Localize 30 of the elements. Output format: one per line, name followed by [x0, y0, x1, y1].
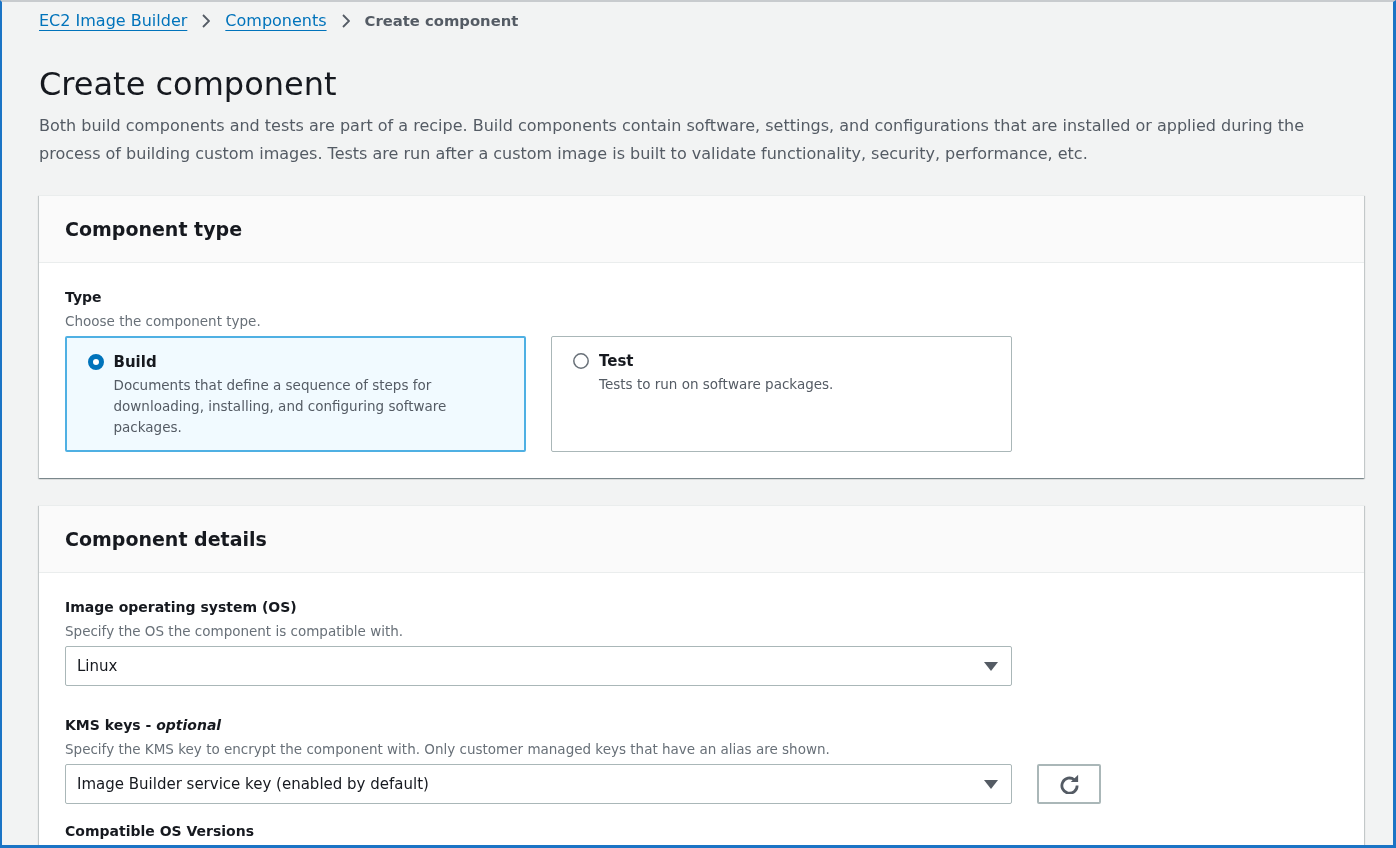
- option-title: Build: [113, 351, 158, 372]
- section-title: Component type: [65, 217, 244, 241]
- option-title: Test: [599, 351, 635, 371]
- radio-icon[interactable]: [573, 353, 589, 369]
- chevron-right-icon: [202, 14, 211, 28]
- field-hint: Specify the OS the component is compatible with.: [65, 622, 405, 640]
- chevron-right-icon: [341, 14, 350, 28]
- option-description: Documents that define a sequence of steps for downloading, installing, and configuring software packages.: [113, 375, 448, 437]
- radio-tile[interactable]: Test Tests to run on software packages.: [551, 336, 1012, 452]
- field-hint: Specify the KMS key to encrypt the component with. Only customer managed keys that have an alias are shown.: [65, 740, 831, 758]
- radio-tile[interactable]: Build Documents that define a sequence of steps for downloading, installing, and configuring software packages.: [65, 336, 526, 452]
- breadcrumb-link[interactable]: EC2 Image Builder: [39, 11, 188, 31]
- refresh-icon: [1059, 774, 1079, 794]
- refresh-button[interactable]: [1037, 764, 1101, 804]
- radio-icon[interactable]: [87, 353, 104, 370]
- caret-down-icon: [984, 661, 998, 671]
- select-dropdown[interactable]: Linux: [65, 646, 1012, 686]
- field-label: Type: [65, 288, 103, 307]
- field-label: Image operating system (OS): [65, 598, 298, 617]
- section-title: Component details: [65, 527, 268, 551]
- page-description: Both build components and tests are part of a recipe. Build components contain software, settings, and configurations that are installed or applied during the process of building custom images. Tests are run after a custom image is built to validate functionality, security, performance, etc.: [39, 115, 1305, 165]
- field-label: KMS keys - optional: [65, 716, 223, 735]
- field-label: Compatible OS Versions: [65, 822, 255, 841]
- select-dropdown[interactable]: Image Builder service key (enabled by default): [65, 764, 1012, 804]
- field-hint: Choose the component type.: [65, 312, 262, 330]
- breadcrumb-link[interactable]: Components: [225, 11, 327, 31]
- breadcrumb-current: Create component: [364, 11, 519, 31]
- option-description: Tests to run on software packages.: [599, 375, 835, 394]
- caret-down-icon: [984, 779, 998, 789]
- page-title: Create component: [39, 64, 338, 104]
